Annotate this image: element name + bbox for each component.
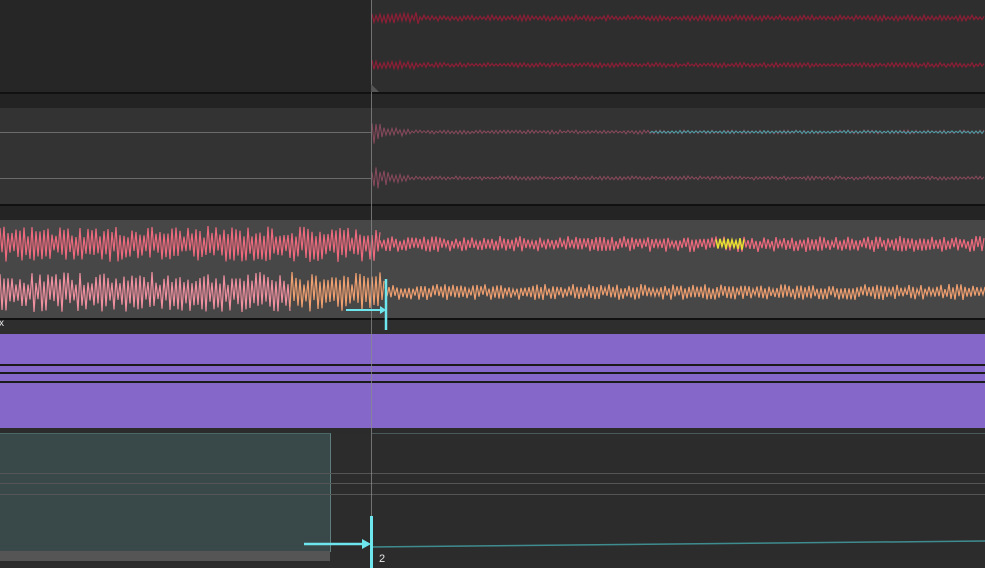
automation-envelope[interactable] (0, 433, 985, 568)
waveform-channel-top (379, 235, 985, 253)
waveform-channel-bottom (289, 271, 385, 312)
clip-line (0, 381, 985, 383)
clip-line (0, 364, 985, 366)
track-3-lane[interactable] (0, 220, 985, 318)
playhead-line[interactable] (371, 0, 372, 568)
automation-lane[interactable]: 2 (0, 433, 985, 568)
waveform-channel-bottom (0, 271, 291, 313)
track-divider[interactable] (0, 92, 985, 108)
waveform-channel-bottom (384, 283, 985, 301)
track-2-waveform[interactable] (0, 108, 985, 204)
purple-clip[interactable] (0, 334, 985, 428)
track-divider[interactable]: x (0, 318, 985, 334)
marker-number-label: 2 (379, 553, 386, 565)
waveform-channel-bottom (371, 167, 985, 189)
track-1-lane[interactable] (0, 0, 985, 92)
waveform-channel-top (0, 225, 381, 262)
clip-corner-label: x (0, 318, 4, 329)
waveform-channel-top (371, 10, 985, 25)
track-divider[interactable] (0, 204, 985, 220)
clip-line (0, 372, 985, 374)
track-3-waveform[interactable] (0, 220, 985, 318)
waveform-channel-bottom (371, 58, 985, 71)
track-1-waveform[interactable] (0, 0, 985, 92)
track-2-lane[interactable] (0, 108, 985, 204)
